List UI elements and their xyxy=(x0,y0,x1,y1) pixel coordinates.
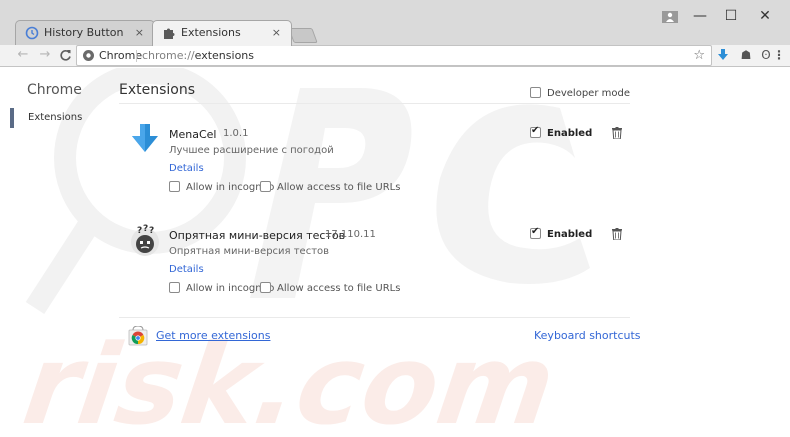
allow-file-urls-checkbox[interactable] xyxy=(260,282,271,293)
extension-description: Опрятная мини-версия тестов xyxy=(169,246,330,257)
shield-extension-icon[interactable]: ☗ xyxy=(738,47,754,63)
back-button[interactable]: ← xyxy=(14,46,32,64)
trash-icon[interactable] xyxy=(612,228,622,240)
developer-mode-toggle[interactable]: Developer mode xyxy=(530,87,630,99)
developer-mode-checkbox[interactable] xyxy=(530,87,541,98)
allow-incognito-checkbox[interactable] xyxy=(169,181,180,192)
new-tab-button[interactable] xyxy=(288,28,318,43)
sidebar-title: Chrome xyxy=(27,82,82,98)
svg-text:risk.com: risk.com xyxy=(16,322,562,437)
enabled-label: Enabled xyxy=(547,128,593,139)
trash-icon[interactable] xyxy=(612,127,622,139)
web-store-icon xyxy=(128,326,148,346)
extension-name: Опрятная мини-версия тестов xyxy=(169,229,346,242)
svg-text:?: ? xyxy=(149,226,154,236)
page-title: Extensions xyxy=(119,82,196,98)
maximize-button[interactable]: ☐ xyxy=(716,6,746,26)
chip-divider xyxy=(136,50,137,62)
address-bar[interactable]: Chrome chrome://extensions ☆ xyxy=(76,45,712,66)
header-divider xyxy=(119,103,630,104)
extension-details-link[interactable]: Details xyxy=(169,264,204,275)
sidebar-item-extensions[interactable]: Extensions xyxy=(0,108,100,128)
extension-version: 1.0.1 xyxy=(223,128,249,139)
reload-button[interactable] xyxy=(56,46,74,64)
extensions-page: risk.com Chrome Extensions Extensions De… xyxy=(0,68,790,437)
tab-label: History Button xyxy=(44,26,124,39)
close-window-button[interactable]: ✕ xyxy=(750,6,780,26)
allow-file-urls-checkbox[interactable] xyxy=(260,181,271,192)
puzzle-piece-icon xyxy=(164,28,175,39)
enabled-label: Enabled xyxy=(547,229,593,240)
extension-version: 17.110.11 xyxy=(325,229,376,240)
enabled-toggle[interactable]: Enabled xyxy=(530,125,593,139)
allow-file-urls-label: Allow access to file URLs xyxy=(277,182,401,193)
svg-text:?: ? xyxy=(143,224,148,234)
svg-text:?: ? xyxy=(137,226,142,236)
allow-incognito-option[interactable]: Allow in incognito xyxy=(169,282,274,294)
enabled-checkbox[interactable] xyxy=(530,226,541,239)
url-text[interactable]: chrome://extensions xyxy=(142,46,254,65)
extension-details-link[interactable]: Details xyxy=(169,163,204,174)
allow-file-urls-option[interactable]: Allow access to file URLs xyxy=(260,181,400,193)
profile-icon[interactable] xyxy=(662,11,678,23)
title-bar: History Button × Extensions × — ☐ ✕ xyxy=(0,0,790,46)
allow-file-urls-label: Allow access to file URLs xyxy=(277,283,401,294)
tab-label: Extensions xyxy=(181,26,241,39)
keyboard-shortcuts-link[interactable]: Keyboard shortcuts xyxy=(534,329,641,342)
bookmark-star-icon[interactable]: ☆ xyxy=(693,46,705,65)
chrome-page-icon xyxy=(83,50,94,61)
browser-toolbar: ← → Chrome chrome://extensions ☆ ☗ ʘ ⋮ xyxy=(0,45,790,67)
url-path: extensions xyxy=(194,49,254,62)
enabled-toggle[interactable]: Enabled xyxy=(530,226,593,240)
download-extension-icon[interactable] xyxy=(715,47,731,63)
allow-incognito-checkbox[interactable] xyxy=(169,282,180,293)
enabled-checkbox[interactable] xyxy=(530,125,541,138)
history-clock-icon xyxy=(25,26,39,40)
developer-mode-label: Developer mode xyxy=(547,88,630,99)
tab-extensions[interactable]: Extensions × xyxy=(152,20,292,46)
minimize-button[interactable]: — xyxy=(685,6,715,26)
close-tab-icon[interactable]: × xyxy=(135,21,144,45)
url-scheme: chrome:// xyxy=(142,49,195,62)
allow-file-urls-option[interactable]: Allow access to file URLs xyxy=(260,282,400,294)
tab-history-button[interactable]: History Button × xyxy=(15,20,155,46)
extension-description: Лучшее расширение с погодой xyxy=(169,145,334,156)
allow-incognito-option[interactable]: Allow in incognito xyxy=(169,181,274,193)
close-tab-icon[interactable]: × xyxy=(272,21,281,45)
reload-icon xyxy=(59,50,71,61)
chrome-menu-button[interactable]: ⋮ xyxy=(771,47,787,63)
confused-face-icon: ? ? ? xyxy=(131,224,159,256)
extension-name: MenaCel xyxy=(169,128,217,141)
get-more-extensions-link[interactable]: Get more extensions xyxy=(156,329,270,342)
forward-button[interactable]: → xyxy=(36,46,54,64)
watermark-logo: risk.com xyxy=(16,68,590,437)
download-arrow-icon xyxy=(132,124,158,152)
footer-divider xyxy=(119,317,630,318)
